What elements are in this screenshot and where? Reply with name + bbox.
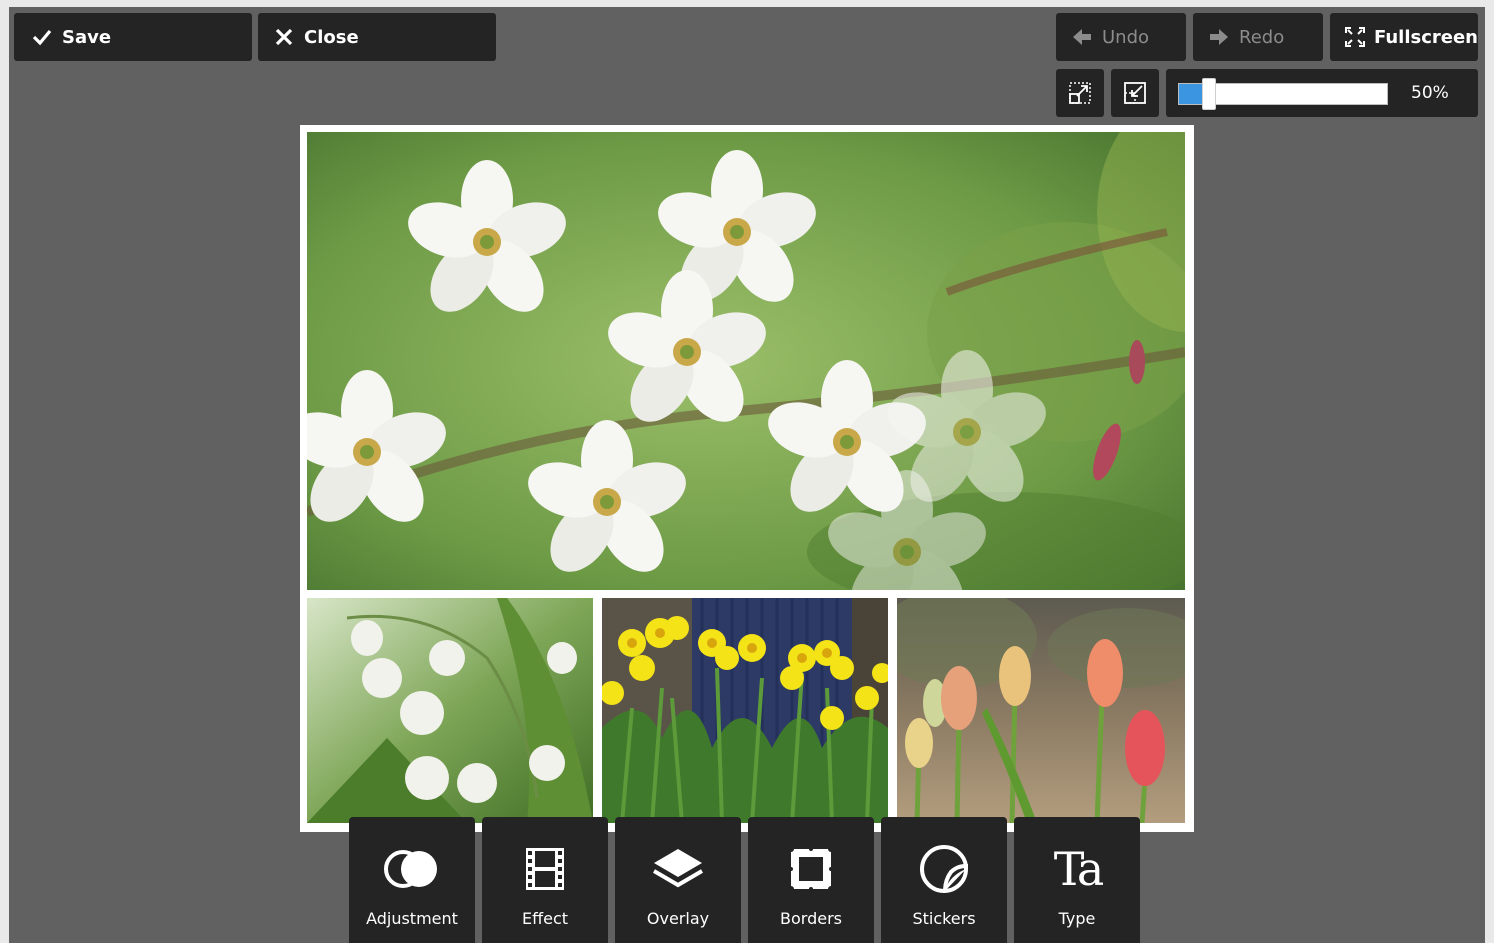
arrow-left-icon — [1070, 25, 1094, 49]
film-effect-icon — [482, 841, 608, 897]
tool-adjustment[interactable]: Adjustment — [349, 817, 475, 943]
tool-overlay[interactable]: Overlay — [615, 817, 741, 943]
shrink-icon — [1124, 82, 1146, 104]
editor-workspace: Save Close Undo Redo Fullscreen 50% Adju… — [9, 7, 1485, 943]
tool-type[interactable]: Ta Type — [1014, 817, 1140, 943]
fullscreen-label: Fullscreen — [1373, 26, 1478, 48]
type-glyph: Ta — [1053, 842, 1105, 896]
layers-overlay-icon — [615, 841, 741, 897]
undo-button[interactable]: Undo — [1056, 13, 1186, 61]
tool-stickers[interactable]: Stickers — [881, 817, 1007, 943]
save-button[interactable]: Save — [14, 13, 252, 61]
fullscreen-button[interactable]: Fullscreen — [1330, 13, 1478, 61]
tool-label: Stickers — [912, 909, 976, 928]
fit-to-screen-button[interactable] — [1056, 69, 1104, 117]
photo-lily-of-the-valley[interactable] — [307, 598, 593, 823]
collage-canvas[interactable] — [300, 125, 1194, 832]
sticker-icon — [881, 841, 1007, 897]
photo-daffodils[interactable] — [602, 598, 888, 823]
expand-icon — [1069, 82, 1091, 104]
tool-effect[interactable]: Effect — [482, 817, 608, 943]
zoom-panel: 50% — [1166, 69, 1478, 117]
redo-label: Redo — [1239, 26, 1285, 48]
actual-size-button[interactable] — [1111, 69, 1159, 117]
type-icon: Ta — [1014, 841, 1140, 897]
tool-label: Adjustment — [366, 909, 458, 928]
zoom-slider-handle[interactable] — [1202, 78, 1217, 110]
tool-label: Overlay — [646, 909, 710, 928]
undo-label: Undo — [1102, 26, 1150, 48]
arrow-right-icon — [1207, 25, 1231, 49]
checkmark-icon — [30, 25, 54, 49]
borders-icon — [748, 841, 874, 897]
save-label: Save — [62, 26, 112, 48]
tool-label: Type — [1058, 909, 1096, 928]
zoom-value: 50% — [1411, 83, 1449, 103]
close-label: Close — [304, 26, 359, 48]
photo-blossom[interactable] — [307, 132, 1185, 590]
tool-borders[interactable]: Borders — [748, 817, 874, 943]
photo-tulips[interactable] — [897, 598, 1185, 823]
tool-label: Effect — [521, 909, 569, 928]
redo-button[interactable]: Redo — [1193, 13, 1323, 61]
close-icon — [272, 25, 296, 49]
adjustment-icon — [349, 841, 475, 897]
fullscreen-icon — [1344, 25, 1366, 49]
tool-bar: Adjustment Effect Overlay Borders Sticke… — [349, 817, 1149, 943]
tool-label: Borders — [780, 909, 842, 928]
zoom-slider[interactable] — [1178, 78, 1388, 110]
close-button[interactable]: Close — [258, 13, 496, 61]
